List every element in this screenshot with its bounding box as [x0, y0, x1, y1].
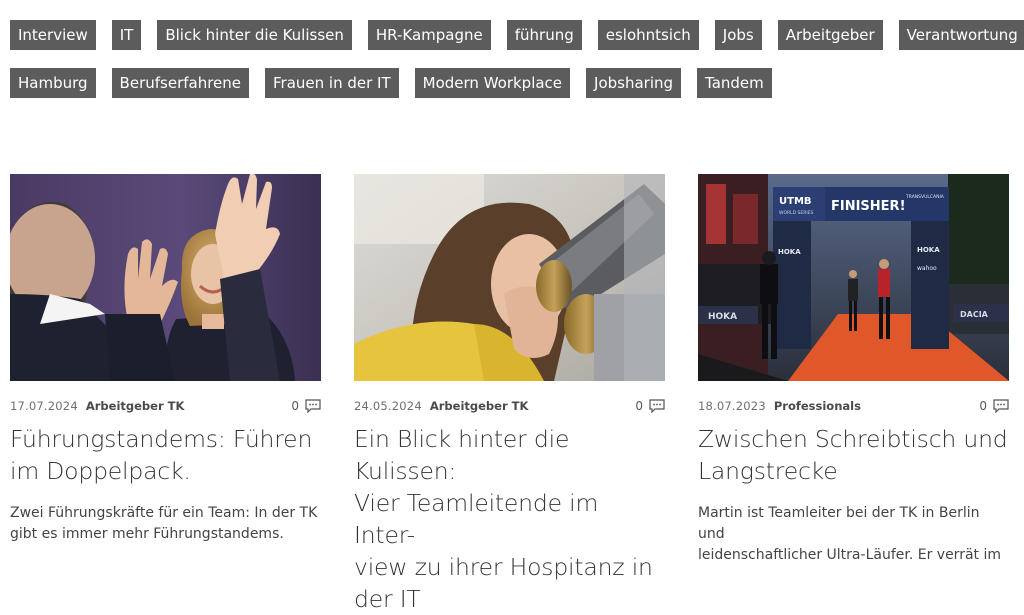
article-title[interactable]: Ein Blick hinter die Kulissen: Vier Team… — [354, 423, 665, 615]
tag-frauen-in-der-it[interactable]: Frauen in der IT — [265, 68, 399, 98]
banner-finisher: FINISHER! — [831, 199, 906, 214]
tag-hamburg[interactable]: Hamburg — [10, 68, 96, 98]
comment-count[interactable]: 0 — [979, 399, 1009, 413]
comment-count-value: 0 — [979, 399, 987, 413]
article-category[interactable]: Arbeitgeber TK — [430, 399, 529, 413]
article-date: 18.07.2023 — [698, 399, 766, 413]
title-line: view zu ihrer Hospitanz in — [354, 553, 653, 581]
article-teaser: Martin ist Teamleiter bei der TK in Berl… — [698, 503, 1009, 566]
article-meta: 24.05.2024 Arbeitgeber TK 0 — [354, 398, 665, 414]
comment-count-value: 0 — [291, 399, 299, 413]
comment-count-value: 0 — [635, 399, 643, 413]
tag-arbeitgeber[interactable]: Arbeitgeber — [777, 20, 883, 50]
teaser-line: gibt es immer mehr Führungstandems. — [10, 526, 284, 542]
title-line: Führungstandems: Führen — [10, 425, 313, 453]
tag-verantwortung[interactable]: Verantwortung — [898, 20, 1024, 50]
tag-blick-hinter-die-kulissen[interactable]: Blick hinter die Kulissen — [157, 20, 352, 50]
article-card[interactable]: 17.07.2024 Arbeitgeber TK 0 Führungstand… — [10, 174, 321, 615]
article-image-telescope[interactable] — [354, 174, 665, 381]
pillar-left-logo: HOKA — [778, 248, 801, 256]
tag-jobs[interactable]: Jobs — [714, 20, 762, 50]
pillar-right-logo: HOKA — [917, 246, 940, 254]
tag-tandem[interactable]: Tandem — [697, 68, 772, 98]
teaser-line: Martin ist Teamleiter bei der TK in Berl… — [698, 505, 980, 542]
tag-modern-workplace[interactable]: Modern Workplace — [414, 68, 571, 98]
tag-row: Interview IT Blick hinter die Kulissen H… — [10, 20, 1024, 50]
title-line: Vier Teamleitende im Inter- — [354, 489, 599, 549]
article-image-finish-line[interactable]: UTMB WORLD SERIES FINISHER! TRANSVULCANI… — [698, 174, 1009, 381]
banner-utmb: UTMB — [779, 196, 812, 207]
banner-world-series: WORLD SERIES — [779, 210, 814, 216]
title-line: Ein Blick hinter die Kulissen: — [354, 425, 570, 485]
article-image-high-five[interactable] — [10, 174, 321, 381]
article-card[interactable]: UTMB WORLD SERIES FINISHER! TRANSVULCANI… — [698, 174, 1009, 615]
article-category[interactable]: Arbeitgeber TK — [86, 399, 185, 413]
comment-icon — [993, 399, 1009, 413]
article-list: 17.07.2024 Arbeitgeber TK 0 Führungstand… — [10, 174, 1014, 615]
tag-jobsharing[interactable]: Jobsharing — [586, 68, 682, 98]
article-category[interactable]: Professionals — [774, 399, 861, 413]
tag-interview[interactable]: Interview — [10, 20, 96, 50]
article-title[interactable]: Führungstandems: Führen im Doppelpack. — [10, 423, 321, 487]
teaser-line: leidenschaftlicher Ultra-Läufer. Er verr… — [698, 547, 1001, 563]
banner-transvulcania: TRANSVULCANIA — [905, 194, 945, 200]
comment-icon — [649, 399, 665, 413]
title-line: Langstrecke — [698, 457, 838, 485]
tag-hr-kampagne[interactable]: HR-Kampagne — [367, 20, 491, 50]
title-line: der IT — [354, 585, 421, 613]
title-line: im Doppelpack. — [10, 457, 191, 485]
article-date: 17.07.2024 — [10, 399, 78, 413]
tag-fuehrung[interactable]: führung — [506, 20, 582, 50]
ground-sign-right: DACIA — [960, 310, 989, 319]
tag-list: Interview IT Blick hinter die Kulissen H… — [10, 20, 1024, 116]
teaser-line: Zwei Führungskräfte für ein Team: In der… — [10, 505, 318, 521]
pillar-right-logo-2: wahoo — [917, 265, 937, 272]
tag-row: Hamburg Berufserfahrene Frauen in der IT… — [10, 68, 1014, 98]
ground-sign-left: HOKA — [708, 312, 737, 322]
article-date: 24.05.2024 — [354, 399, 422, 413]
article-title[interactable]: Zwischen Schreibtisch und Langstrecke — [698, 423, 1009, 487]
article-meta: 18.07.2023 Professionals 0 — [698, 398, 1009, 414]
article-card[interactable]: 24.05.2024 Arbeitgeber TK 0 Ein Blick hi… — [354, 174, 665, 615]
comment-count[interactable]: 0 — [291, 399, 321, 413]
comment-count[interactable]: 0 — [635, 399, 665, 413]
tag-berufserfahrene[interactable]: Berufserfahrene — [111, 68, 250, 98]
article-teaser: Zwei Führungskräfte für ein Team: In der… — [10, 503, 321, 545]
title-line: Zwischen Schreibtisch und — [698, 425, 1008, 453]
tag-it[interactable]: IT — [111, 20, 142, 50]
article-meta: 17.07.2024 Arbeitgeber TK 0 — [10, 398, 321, 414]
tag-eslohntsich[interactable]: eslohntsich — [597, 20, 699, 50]
comment-icon — [305, 399, 321, 413]
